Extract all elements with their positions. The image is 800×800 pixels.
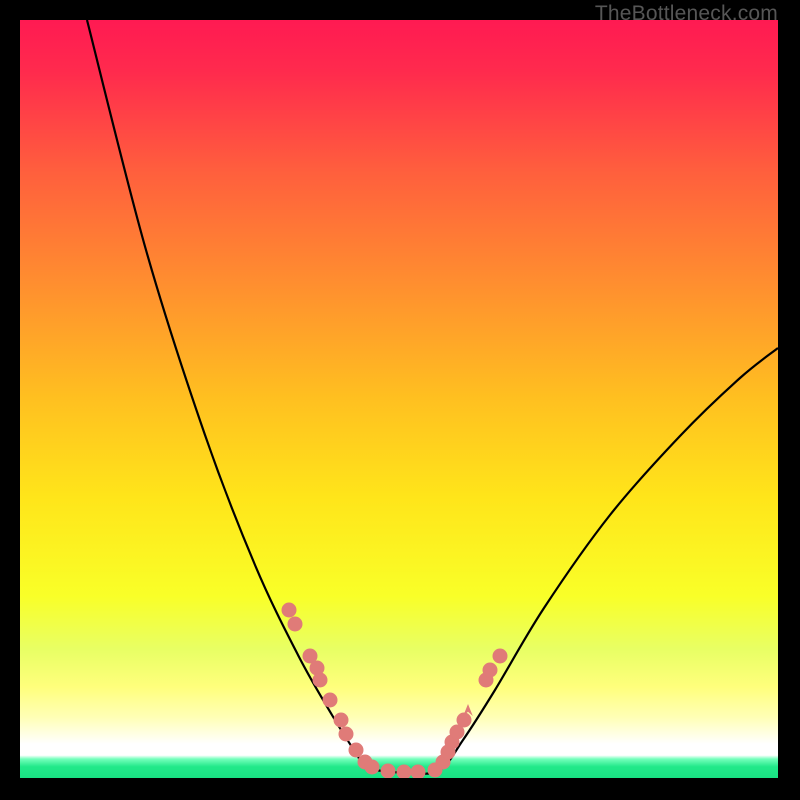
data-point [334,713,349,728]
data-point [313,673,328,688]
chart-frame [20,20,778,778]
data-point [381,764,396,779]
gradient-background [20,20,778,778]
data-point [349,743,364,758]
data-point [365,760,380,775]
data-point [323,693,338,708]
data-point [288,617,303,632]
watermark-text: TheBottleneck.com [595,2,778,26]
data-point [483,663,498,678]
data-point [282,603,297,618]
data-point [493,649,508,664]
data-point [339,727,354,742]
v-curve-chart [20,20,778,778]
